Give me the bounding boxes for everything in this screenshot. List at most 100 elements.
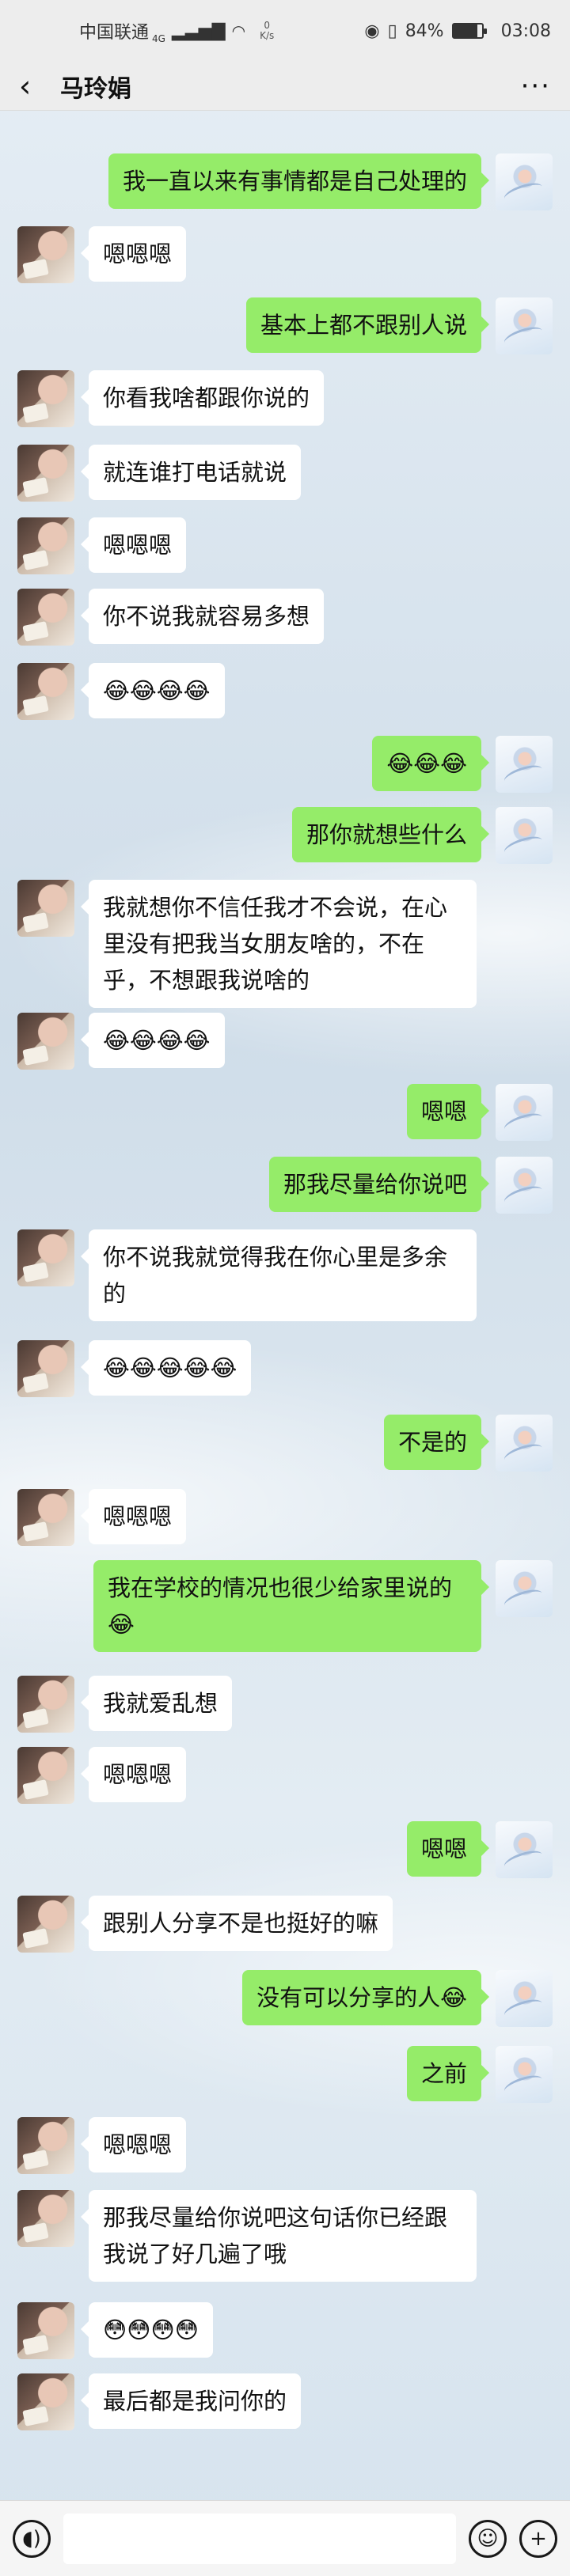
contact-avatar[interactable] (17, 880, 74, 937)
message-input[interactable] (63, 2513, 456, 2564)
message-bubble[interactable]: 嗯嗯嗯 (80, 1489, 187, 1544)
message-bubble[interactable]: 嗯嗯嗯 (80, 2117, 187, 2173)
wifi-icon: ◠ (231, 21, 246, 40)
network-speed: 0 K/s (260, 20, 275, 41)
incoming-message: 你不说我就觉得我在你心里是多余的 (0, 1229, 570, 1321)
message-bubble[interactable]: 我在学校的情况也很少给家里说的😂 (93, 1560, 489, 1652)
message-bubble[interactable]: 你不说我就觉得我在你心里是多余的 (81, 1229, 477, 1321)
chat-header: ‹ 马玲娟 ··· (0, 62, 570, 111)
contact-avatar[interactable] (17, 517, 74, 574)
outgoing-message: 我一直以来有事情都是自己处理的 (0, 153, 570, 210)
my-avatar[interactable] (496, 1157, 553, 1214)
my-avatar[interactable] (496, 736, 553, 793)
outgoing-message: 那我尽量给你说吧 (0, 1157, 570, 1214)
message-bubble[interactable]: 😳😳😳😳 (81, 2302, 213, 2358)
message-bubble[interactable]: 最后都是我问你的 (80, 2373, 302, 2429)
message-bubble[interactable]: 嗯嗯嗯 (80, 226, 187, 282)
my-avatar[interactable] (496, 2046, 553, 2103)
my-avatar[interactable] (496, 1415, 553, 1472)
message-bubble[interactable]: 你不说我就容易多想 (80, 589, 325, 644)
contact-avatar[interactable] (17, 663, 74, 720)
outgoing-message: 嗯嗯 (0, 1084, 570, 1141)
contact-avatar[interactable] (17, 1896, 74, 1953)
incoming-message: 😳😳😳😳 (0, 2302, 570, 2359)
outgoing-message: 嗯嗯 (0, 1821, 570, 1878)
battery-icon (451, 23, 487, 39)
message-bubble[interactable]: 嗯嗯嗯 (80, 517, 187, 573)
my-avatar[interactable] (496, 1560, 553, 1617)
message-bubble[interactable]: 😂😂😂😂 (81, 1013, 225, 1068)
incoming-message: 你看我啥都跟你说的 (0, 370, 570, 427)
incoming-message: 我就想你不信任我才不会说，在心里没有把我当女朋友啥的，不在乎，不想跟我说啥的 (0, 880, 570, 1008)
outgoing-message: 没有可以分享的人😂 (0, 1970, 570, 2027)
message-bubble[interactable]: 嗯嗯嗯 (80, 1747, 187, 1802)
my-avatar[interactable] (496, 1084, 553, 1141)
incoming-message: 😂😂😂😂 (0, 663, 570, 720)
clock: 03:08 (500, 21, 551, 41)
message-bubble[interactable]: 那你就想些什么 (291, 807, 490, 862)
contact-avatar[interactable] (17, 370, 74, 427)
incoming-message: 我就爱乱想 (0, 1676, 570, 1733)
contact-avatar[interactable] (17, 226, 74, 283)
contact-avatar[interactable] (17, 1340, 74, 1397)
contact-avatar[interactable] (17, 2373, 74, 2430)
message-bubble[interactable]: 我就爱乱想 (80, 1676, 233, 1731)
message-bubble[interactable]: 😂😂😂 (372, 736, 489, 791)
more-icon[interactable]: ··· (521, 70, 551, 102)
incoming-message: 你不说我就容易多想 (0, 589, 570, 646)
my-avatar[interactable] (496, 1821, 553, 1878)
message-bubble[interactable]: 跟别人分享不是也挺好的嘛 (80, 1896, 393, 1951)
message-bubble[interactable]: 没有可以分享的人😂 (242, 1970, 489, 2025)
my-avatar[interactable] (496, 153, 553, 210)
network-type: 4G (152, 33, 165, 44)
signal-icon: ▂▃▅▇ (171, 21, 226, 41)
contact-avatar[interactable] (17, 2190, 74, 2247)
incoming-message: 嗯嗯嗯 (0, 2117, 570, 2174)
contact-avatar[interactable] (17, 2302, 74, 2359)
outgoing-message: 😂😂😂 (0, 736, 570, 793)
plus-icon[interactable]: + (519, 2519, 557, 2558)
incoming-message: 那我尽量给你说吧这句话你已经跟我说了好几遍了哦 (0, 2190, 570, 2282)
contact-avatar[interactable] (17, 1747, 74, 1804)
contact-avatar[interactable] (17, 1489, 74, 1546)
outgoing-message: 我在学校的情况也很少给家里说的😂 (0, 1560, 570, 1652)
carrier-name: 中国联通 (79, 23, 150, 43)
chat-title: 马玲娟 (60, 74, 131, 103)
voice-icon[interactable]: ◖) (13, 2519, 51, 2558)
message-list[interactable]: 我一直以来有事情都是自己处理的 嗯嗯嗯 基本上都不跟别人说 你看我啥都跟你说的 就连谁打… (0, 111, 570, 2500)
message-bubble[interactable]: 那我尽量给你说吧这句话你已经跟我说了好几遍了哦 (81, 2190, 477, 2282)
message-bubble[interactable]: 嗯嗯 (406, 1821, 490, 1877)
incoming-message: 就连谁打电话就说 (0, 445, 570, 502)
emoji-icon[interactable]: ☺ (469, 2519, 507, 2558)
message-bubble[interactable]: 那我尽量给你说吧 (268, 1157, 490, 1212)
contact-avatar[interactable] (17, 2117, 74, 2174)
outgoing-message: 之前 (0, 2046, 570, 2103)
contact-avatar[interactable] (17, 445, 74, 502)
contact-avatar[interactable] (17, 1229, 74, 1286)
message-bubble[interactable]: 就连谁打电话就说 (80, 445, 302, 500)
my-avatar[interactable] (496, 807, 553, 864)
message-bubble[interactable]: 你看我啥都跟你说的 (80, 370, 325, 426)
message-bubble[interactable]: 基本上都不跟别人说 (245, 297, 490, 353)
incoming-message: 最后都是我问你的 (0, 2373, 570, 2430)
chevron-left-icon[interactable]: ‹ (19, 71, 54, 101)
outgoing-message: 不是的 (0, 1415, 570, 1472)
contact-avatar[interactable] (17, 1013, 74, 1070)
incoming-message: 嗯嗯嗯 (0, 1747, 570, 1804)
my-avatar[interactable] (496, 1970, 553, 2027)
message-bubble[interactable]: 之前 (406, 2046, 490, 2101)
vibrate-icon: ▯ (387, 21, 397, 41)
message-bubble[interactable]: 我就想你不信任我才不会说，在心里没有把我当女朋友啥的，不在乎，不想跟我说啥的 (81, 880, 477, 1008)
message-bubble[interactable]: 😂😂😂😂 (81, 663, 225, 718)
message-bubble[interactable]: 😂😂😂😂😂 (80, 1340, 252, 1396)
message-bubble[interactable]: 我一直以来有事情都是自己处理的 (108, 153, 490, 209)
incoming-message: 跟别人分享不是也挺好的嘛 (0, 1896, 570, 1953)
message-bubble[interactable]: 嗯嗯 (406, 1084, 490, 1139)
incoming-message: 😂😂😂😂 (0, 1013, 570, 1070)
message-bubble[interactable]: 不是的 (383, 1415, 490, 1470)
contact-avatar[interactable] (17, 589, 74, 646)
outgoing-message: 那你就想些什么 (0, 807, 570, 864)
my-avatar[interactable] (496, 297, 553, 354)
contact-avatar[interactable] (17, 1676, 74, 1733)
input-bar: ◖) ☺ + (0, 2500, 570, 2576)
